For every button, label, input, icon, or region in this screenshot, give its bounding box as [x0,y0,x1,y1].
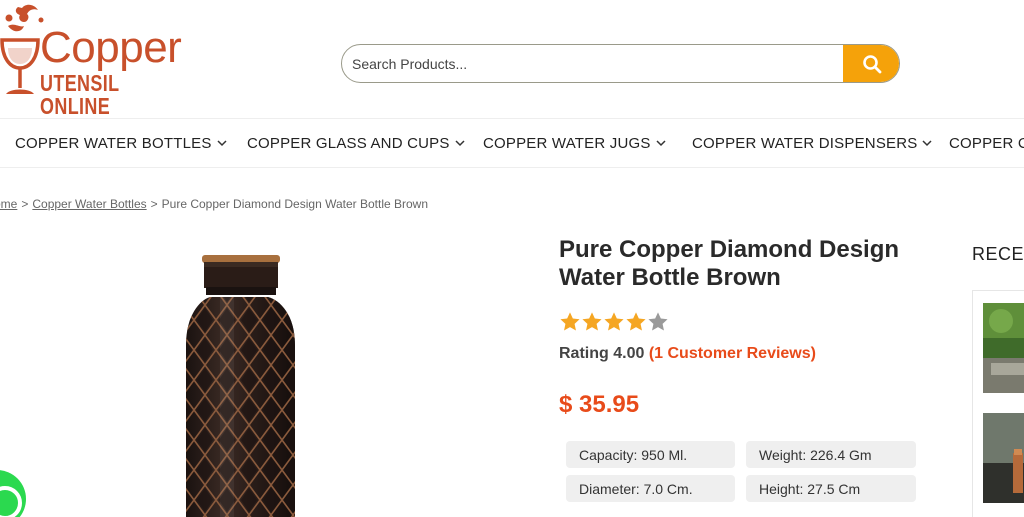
recent-product-thumbnail[interactable] [983,303,1024,393]
nav-item-label: COPPER WATER JUGS [483,134,651,152]
goblet-splash-icon [0,4,44,94]
nav-item-label: COPPER CA [949,134,1024,152]
spec-height: Height: 27.5 Cm [746,475,916,502]
star-filled-icon [560,312,580,331]
chevron-down-icon [455,139,465,147]
breadcrumb-current: Pure Copper Diamond Design Water Bottle … [161,197,428,211]
nav-item-label: COPPER WATER DISPENSERS [692,134,918,152]
spec-diameter: Diameter: 7.0 Cm. [566,475,735,502]
logo-tagline: UTENSIL ONLINE [40,70,120,119]
search-icon [862,54,881,73]
recent-products-heading: RECEN [972,244,1024,264]
nav-item-copper-glass-and-cups[interactable]: COPPER GLASS AND CUPS [247,119,465,167]
star-filled-icon [626,312,646,331]
nav-item-label: COPPER GLASS AND CUPS [247,134,450,152]
nav-item-copper-ca[interactable]: COPPER CA [949,119,1024,167]
chevron-down-icon [217,139,227,147]
product-price: $ 35.95 [559,391,640,418]
breadcrumb-category-link[interactable]: Copper Water Bottles [32,197,146,211]
logo-wordmark: Copper [40,23,182,72]
chevron-down-icon [922,139,933,147]
rating-text: Rating 4.00 [559,345,645,362]
search-button[interactable] [843,45,899,82]
spec-capacity: Capacity: 950 Ml. [566,441,735,468]
site-logo[interactable]: Copper UTENSIL ONLINE [0,4,200,118]
nav-item-copper-water-jugs[interactable]: COPPER WATER JUGS [483,119,666,167]
breadcrumb: ome>Copper Water Bottles>Pure Copper Dia… [0,197,428,211]
site-header: Copper UTENSIL ONLINE [0,0,1024,118]
chevron-down-icon [656,139,666,147]
recent-products-list [972,290,1024,517]
star-filled-icon [582,312,602,331]
product-image[interactable] [150,245,330,517]
star-filled-icon [604,312,624,331]
rating-summary: Rating 4.00 (1 Customer Reviews) [559,345,816,363]
nav-item-copper-water-dispensers[interactable]: COPPER WATER DISPENSERS [692,119,933,167]
search-bar [341,44,900,83]
spec-weight: Weight: 226.4 Gm [746,441,916,468]
main-nav: COPPER WATER BOTTLES COPPER GLASS AND CU… [0,118,1024,168]
copper-bottle-image [186,255,295,517]
breadcrumb-home-link[interactable]: ome [0,197,17,211]
product-title: Pure Copper Diamond Design Water Bottle … [559,236,900,291]
breadcrumb-separator: > [21,197,29,211]
rating-stars [559,311,669,333]
recent-product-thumbnail[interactable] [983,413,1024,503]
nav-item-copper-water-bottles[interactable]: COPPER WATER BOTTLES [15,119,227,167]
breadcrumb-separator: > [150,197,158,211]
nav-item-label: COPPER WATER BOTTLES [15,134,212,152]
search-input[interactable] [342,45,844,82]
whatsapp-icon[interactable] [0,470,26,517]
reviews-link[interactable]: (1 Customer Reviews) [649,345,816,362]
star-empty-icon [648,312,668,331]
